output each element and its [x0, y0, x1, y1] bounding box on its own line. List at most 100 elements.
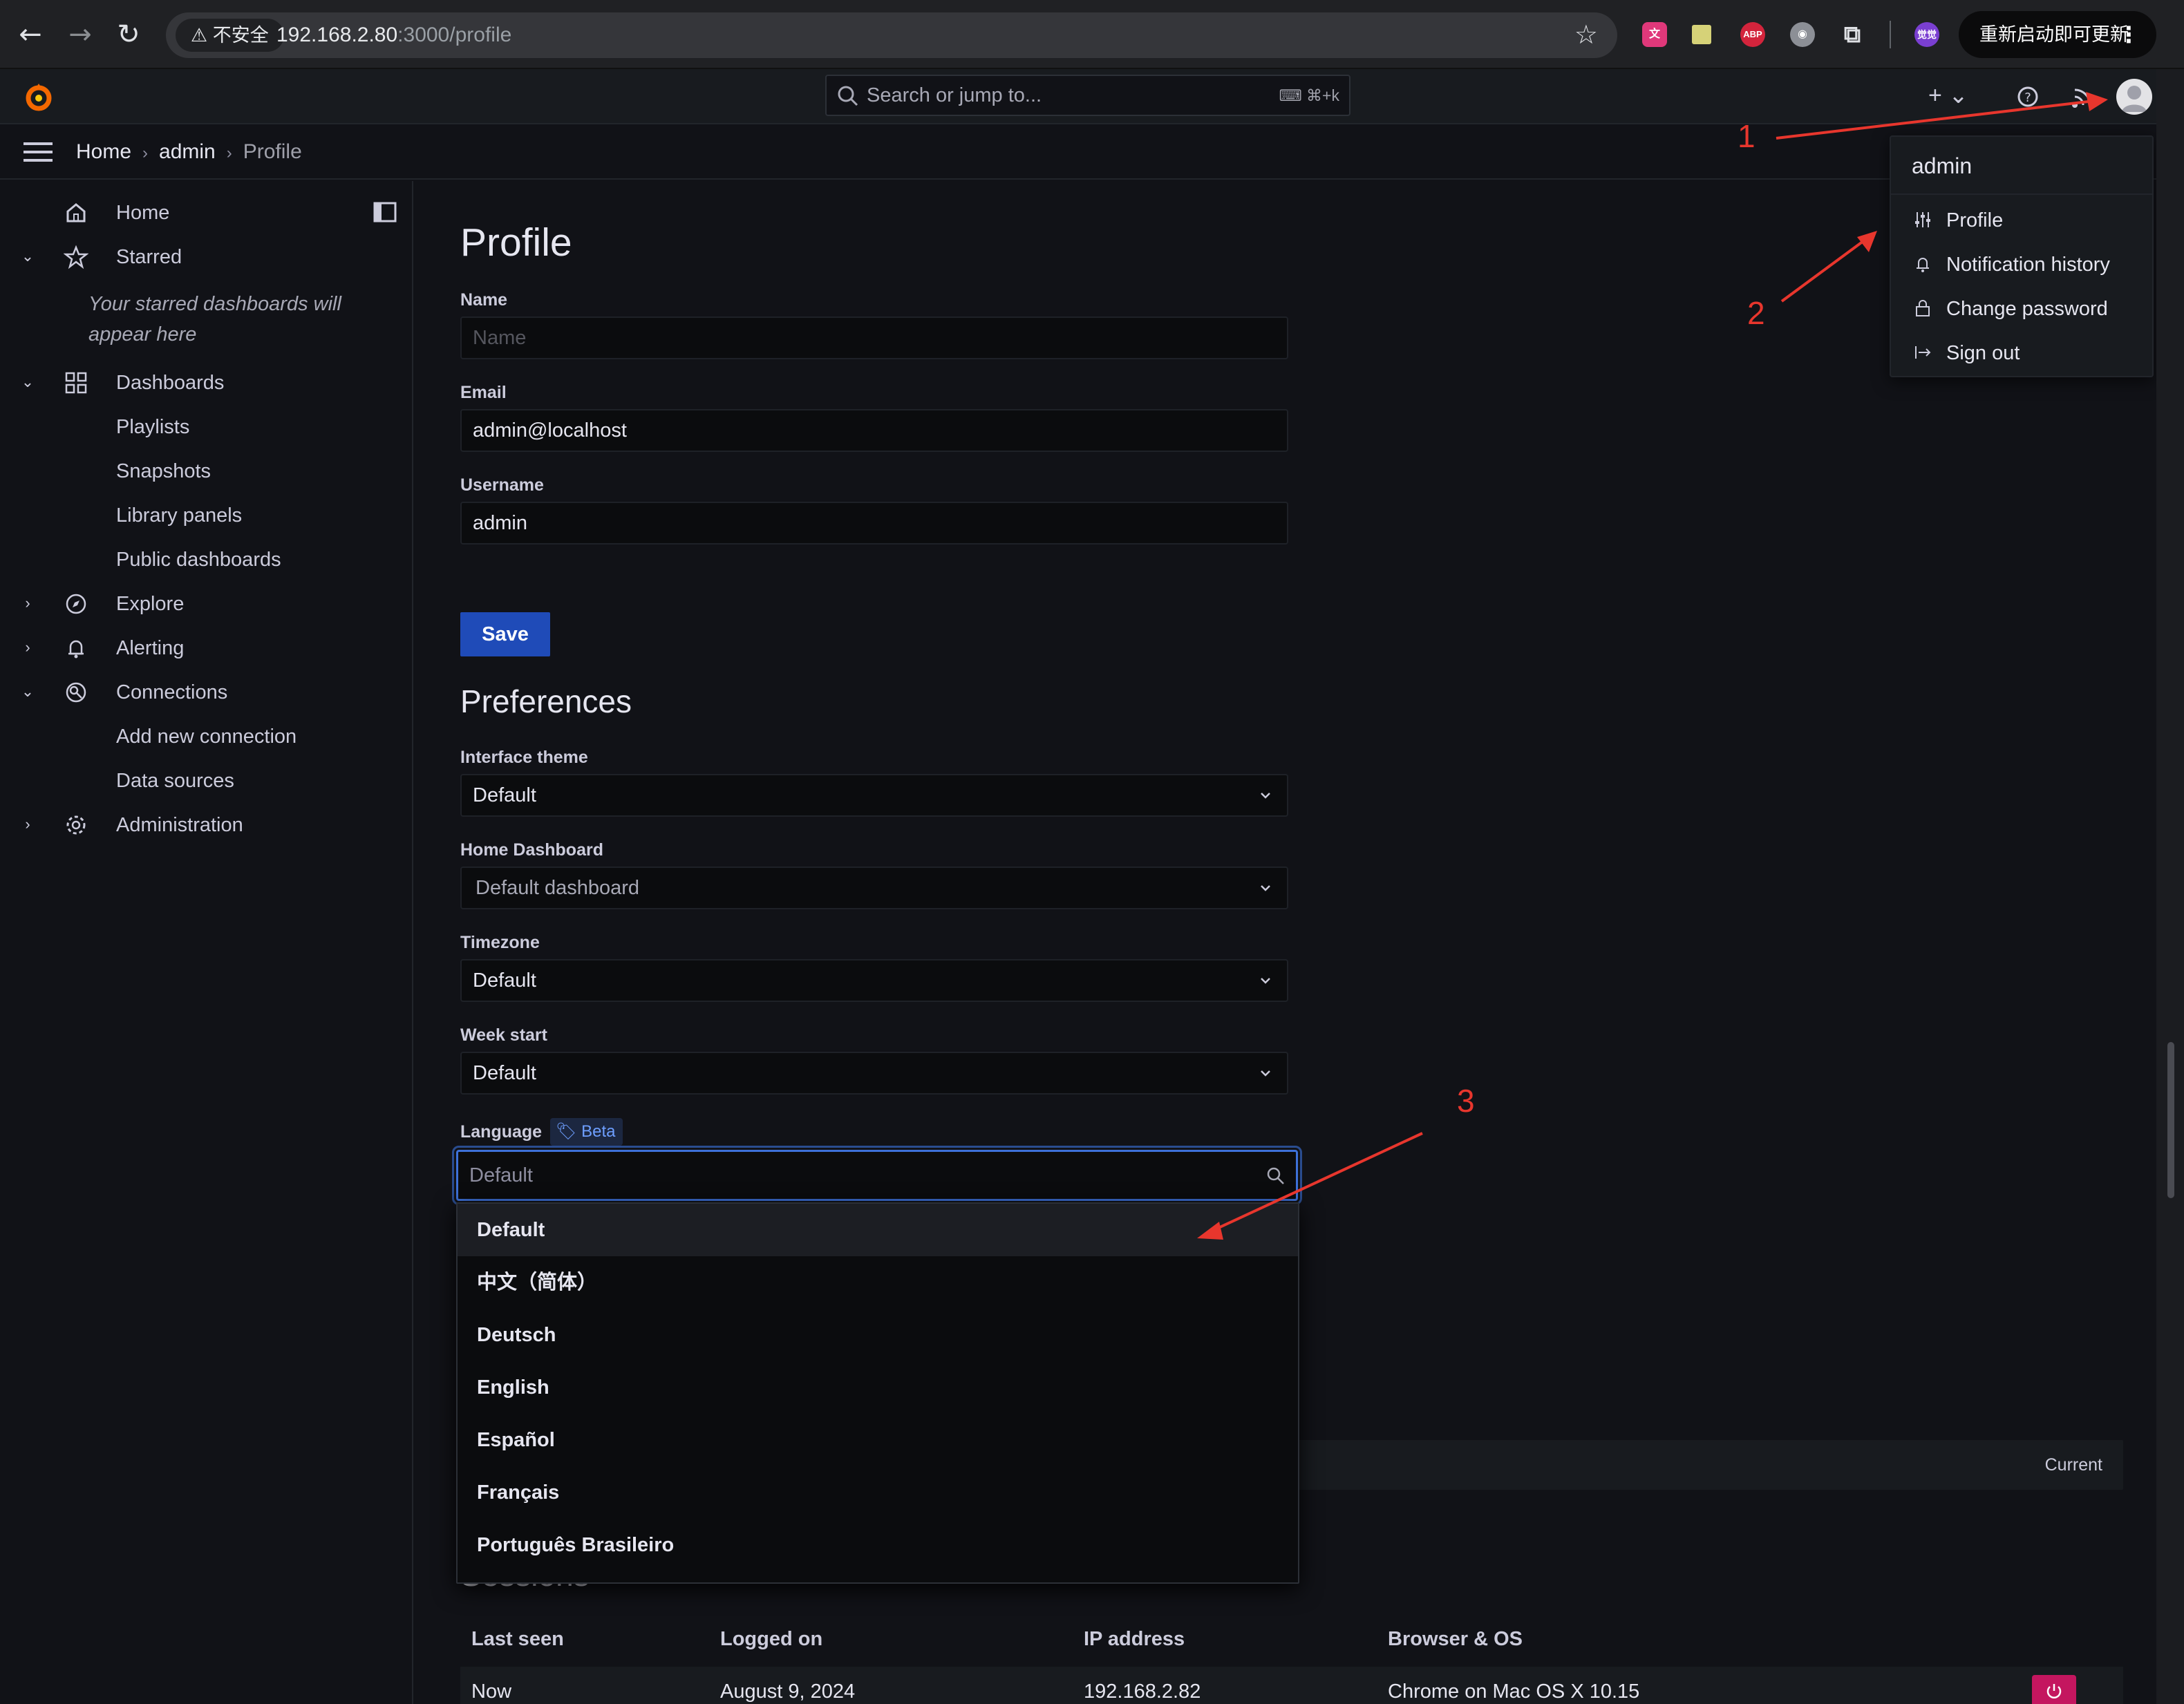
revoke-session-button[interactable]	[2032, 1675, 2076, 1704]
user-menu-item-label: Notification history	[1946, 254, 2110, 276]
interface-theme-select[interactable]: Default	[460, 774, 1288, 817]
sidebar-item-playlists[interactable]: Playlists	[116, 406, 189, 448]
user-menu-profile[interactable]: Profile	[1891, 199, 2152, 242]
sidebar-item-snapshots[interactable]: Snapshots	[116, 451, 211, 492]
interface-theme-label: Interface theme	[460, 748, 588, 767]
week-start-label: Week start	[460, 1025, 547, 1045]
home-icon	[66, 203, 86, 223]
language-option-portugues[interactable]: Português Brasileiro	[458, 1519, 1298, 1571]
username-field[interactable]	[460, 502, 1288, 545]
session-logged-on: August 9, 2024	[720, 1681, 856, 1703]
language-option-espanol[interactable]: Español	[458, 1414, 1298, 1466]
address-bar[interactable]: ⚠ 不安全 192.168.2.80:3000/profile ☆	[166, 12, 1617, 58]
name-field[interactable]	[460, 316, 1288, 359]
column-last-seen: Last seen	[471, 1628, 564, 1650]
chevron-down-icon[interactable]: ⌄	[19, 372, 36, 392]
sliders-icon	[1915, 212, 1930, 227]
language-option-francais[interactable]: Français	[458, 1466, 1298, 1519]
email-label: Email	[460, 383, 507, 402]
search-icon	[1267, 1167, 1284, 1184]
url-text: 192.168.2.80:3000/profile	[276, 12, 511, 58]
bell-icon	[1917, 258, 1929, 272]
adblock-icon[interactable]: ABP	[1740, 22, 1765, 47]
puzzle-icon[interactable]: ⧉	[1840, 22, 1865, 47]
search-input[interactable]: Search or jump to... ⌨ ⌘+k	[825, 75, 1350, 116]
week-start-select[interactable]: Default	[460, 1052, 1288, 1095]
user-menu-item-label: Sign out	[1946, 342, 2020, 364]
save-button[interactable]: Save	[460, 612, 550, 656]
name-label: Name	[460, 290, 508, 310]
notes-icon[interactable]	[1692, 25, 1711, 44]
reload-icon[interactable]: ↻	[112, 18, 145, 51]
user-menu-sign-out[interactable]: Sign out	[1891, 332, 2152, 375]
email-field[interactable]	[460, 409, 1288, 452]
rocket-icon: 🏷	[556, 1122, 577, 1141]
grafana-logo-icon[interactable]	[22, 80, 55, 113]
breadcrumb-admin[interactable]: admin	[159, 140, 216, 163]
interface-theme-value: Default	[473, 784, 536, 806]
lock-icon	[1916, 300, 1930, 316]
user-menu-change-password[interactable]: Change password	[1891, 287, 2152, 330]
timezone-select[interactable]: Default	[460, 959, 1288, 1002]
add-menu-button[interactable]: + ⌄	[1928, 82, 1968, 109]
sidebar-item-alerting[interactable]: › Alerting	[0, 627, 413, 669]
help-icon[interactable]: ?	[2014, 83, 2042, 111]
update-button[interactable]: 重新启动即可更新 ⋮	[1959, 11, 2156, 58]
sidebar-item-connections[interactable]: ⌄ Connections	[0, 672, 413, 713]
sidebar-item-explore[interactable]: › Explore	[0, 583, 413, 625]
sidebar-item-dashboards[interactable]: ⌄ Dashboards	[0, 362, 413, 404]
sidebar-item-starred[interactable]: ⌄ Starred	[0, 236, 413, 278]
column-ip-address: IP address	[1084, 1628, 1185, 1650]
page-scrollbar-thumb[interactable]	[2167, 1042, 2174, 1198]
user-menu-notification-history[interactable]: Notification history	[1891, 243, 2152, 286]
bookmark-star-icon[interactable]: ☆	[1574, 18, 1598, 53]
home-dashboard-label: Home Dashboard	[460, 840, 603, 860]
language-search-input[interactable]	[458, 1152, 1253, 1199]
session-ip: 192.168.2.82	[1084, 1681, 1201, 1703]
timezone-label: Timezone	[460, 933, 540, 952]
home-dashboard-select[interactable]: Default dashboard	[460, 867, 1288, 909]
back-arrow-icon[interactable]: ←	[14, 18, 47, 51]
sidebar-item-add-new-connection[interactable]: Add new connection	[116, 716, 296, 757]
language-select[interactable]	[456, 1150, 1298, 1201]
preferences-title: Preferences	[460, 683, 632, 719]
user-menu-item-label: Profile	[1946, 209, 2004, 231]
spy-icon[interactable]: ◉	[1790, 22, 1815, 47]
chevron-down-icon[interactable]: ⌄	[19, 246, 36, 267]
rss-icon[interactable]	[2069, 83, 2097, 111]
hamburger-menu-icon[interactable]	[23, 140, 53, 164]
power-icon	[2046, 1683, 2062, 1698]
home-dashboard-value: Default dashboard	[476, 877, 639, 899]
session-last-seen: Now	[471, 1681, 512, 1703]
beta-label: Beta	[581, 1122, 616, 1141]
forward-arrow-icon[interactable]: →	[64, 18, 97, 51]
chevron-right-icon[interactable]: ›	[19, 593, 36, 614]
user-avatar[interactable]	[2116, 79, 2152, 115]
annotation-number-1: 1	[1738, 118, 1755, 154]
sidebar-item-data-sources[interactable]: Data sources	[116, 760, 234, 802]
translate-icon[interactable]: 文	[1642, 22, 1667, 47]
chevron-right-icon[interactable]: ›	[19, 814, 36, 835]
profile-icon[interactable]: 觉觉	[1914, 22, 1939, 47]
timezone-value: Default	[473, 969, 536, 992]
language-option-deutsch[interactable]: Deutsch	[458, 1309, 1298, 1361]
starred-empty-message: Your starred dashboards will appear here	[88, 293, 341, 345]
language-option-zh-hans[interactable]: 中文（简体）	[458, 1256, 1298, 1309]
breadcrumb-home[interactable]: Home	[76, 140, 131, 163]
chevron-down-icon[interactable]: ⌄	[19, 681, 36, 702]
org-current-label: Current	[2044, 1455, 2102, 1475]
chevron-right-icon[interactable]: ›	[19, 637, 36, 658]
insecure-badge[interactable]: ⚠ 不安全	[176, 19, 284, 52]
chevron-down-icon	[1261, 1070, 1270, 1077]
grafana-topbar: Search or jump to... ⌨ ⌘+k + ⌄ ?	[0, 69, 2156, 124]
language-option-english[interactable]: English	[458, 1361, 1298, 1414]
page-scrollbar[interactable]	[2156, 69, 2184, 1704]
sidebar-item-home[interactable]: Home	[0, 192, 413, 234]
sidebar-item-library-panels[interactable]: Library panels	[116, 495, 242, 536]
sessions-table-header: Last seen Logged on IP address Browser &…	[460, 1614, 2123, 1664]
sidebar-item-label: Explore	[116, 593, 185, 615]
sidebar-item-public-dashboards[interactable]: Public dashboards	[116, 539, 281, 580]
sidebar-item-label: Starred	[116, 246, 182, 268]
language-option-default[interactable]: Default	[458, 1204, 1298, 1256]
sidebar-item-administration[interactable]: › Administration	[0, 804, 413, 846]
